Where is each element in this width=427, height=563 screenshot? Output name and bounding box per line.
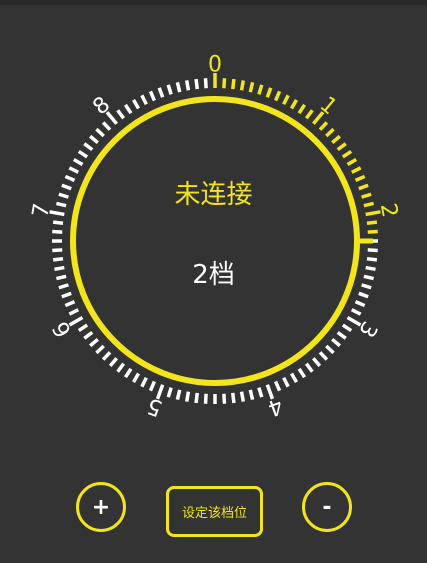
dial-tick bbox=[350, 308, 362, 316]
dial-tick bbox=[318, 121, 329, 131]
dial-tick bbox=[148, 380, 157, 392]
dial-tick bbox=[358, 291, 369, 299]
dial-tick bbox=[222, 393, 227, 404]
dial-tick bbox=[341, 323, 353, 333]
dial-tick bbox=[157, 87, 165, 98]
dial-tick bbox=[184, 80, 191, 91]
dial-tick bbox=[367, 248, 378, 253]
dial-tick bbox=[52, 248, 63, 253]
dial-tick bbox=[297, 103, 307, 115]
gear-dial-graphic: 012345678 bbox=[28, 53, 402, 421]
connection-status: 未连接 bbox=[174, 180, 253, 210]
dial-tick bbox=[175, 389, 182, 401]
dial-tick bbox=[341, 149, 353, 159]
dial-tick bbox=[89, 134, 99, 144]
dial-tick bbox=[248, 81, 255, 93]
dial-tick bbox=[95, 344, 105, 355]
gear-label-3: 3 bbox=[353, 317, 382, 342]
dial-tick bbox=[336, 142, 347, 152]
dial-tick bbox=[52, 229, 63, 234]
dial-tick bbox=[325, 344, 335, 355]
dial-tick bbox=[366, 220, 378, 225]
dial-tick bbox=[140, 94, 148, 106]
dial-tick bbox=[346, 157, 358, 167]
dial-tick bbox=[131, 98, 141, 110]
dial-tick bbox=[265, 87, 273, 98]
dial-tick bbox=[203, 393, 208, 404]
dial-tick bbox=[273, 90, 282, 102]
dial-tick bbox=[257, 84, 264, 95]
dial-tick bbox=[108, 357, 118, 367]
dial-tick bbox=[194, 78, 199, 90]
increase-gear-button[interactable]: + bbox=[76, 482, 126, 532]
dial-tick bbox=[116, 362, 126, 373]
dial-tick bbox=[101, 351, 112, 361]
dial-tick bbox=[131, 372, 141, 384]
dial-tick bbox=[304, 362, 314, 373]
set-gear-button[interactable]: 设定该档位 bbox=[166, 486, 263, 537]
dial-tick bbox=[83, 330, 94, 340]
dial-tick bbox=[116, 109, 126, 120]
dial-tick bbox=[64, 299, 76, 308]
dial-tick bbox=[52, 220, 64, 225]
dial-tick bbox=[325, 127, 335, 138]
current-gear-display: 2档 bbox=[192, 260, 235, 290]
dial-tick bbox=[239, 80, 246, 91]
dial-tick bbox=[83, 142, 94, 152]
dial-tick bbox=[239, 391, 246, 402]
dial-tick bbox=[257, 387, 264, 398]
gear-label-4: 4 bbox=[264, 392, 286, 420]
dial-tick bbox=[331, 134, 341, 144]
dial-tick bbox=[61, 291, 72, 299]
gear-label-0: 0 bbox=[208, 53, 222, 78]
gear-label-5: 5 bbox=[144, 392, 166, 420]
dial-tick bbox=[140, 376, 148, 388]
dial-tick bbox=[222, 78, 227, 89]
dial-tick bbox=[297, 367, 307, 379]
dial-tick bbox=[273, 380, 282, 392]
dial-tick bbox=[89, 338, 99, 348]
dial-tick bbox=[123, 367, 133, 379]
dial-tick bbox=[318, 351, 329, 361]
dial-tick bbox=[166, 387, 173, 398]
dial-tick bbox=[231, 392, 236, 404]
dial-tick bbox=[68, 166, 80, 174]
dial-tick bbox=[77, 323, 89, 333]
dial-tick bbox=[123, 103, 133, 115]
dial-tick bbox=[231, 78, 236, 90]
dial-tick bbox=[77, 149, 89, 159]
dial-tick bbox=[289, 98, 299, 110]
dial-tick bbox=[95, 127, 105, 138]
dial-ring bbox=[70, 96, 360, 386]
gear-dial[interactable]: 012345678 未连接 2档 bbox=[0, 0, 427, 440]
dial-tick bbox=[184, 391, 191, 402]
dial-tick bbox=[166, 84, 173, 95]
dial-tick bbox=[350, 166, 362, 174]
dial-tick bbox=[354, 299, 366, 308]
dial-tick bbox=[282, 94, 290, 106]
dial-tick bbox=[331, 338, 341, 348]
dial-tick bbox=[336, 330, 347, 340]
dial-tick bbox=[248, 389, 255, 401]
dial-tick bbox=[367, 229, 378, 234]
dial-tick bbox=[68, 308, 80, 316]
gear-label-6: 6 bbox=[48, 317, 77, 342]
dial-tick bbox=[203, 78, 208, 89]
dial-tick bbox=[72, 157, 84, 167]
dial-tick bbox=[194, 392, 199, 404]
dial-tick bbox=[175, 81, 182, 93]
dial-tick bbox=[101, 121, 112, 131]
dial-tick bbox=[312, 357, 322, 367]
dial-tick bbox=[304, 109, 314, 120]
dial-tick bbox=[282, 376, 290, 388]
dial-tick bbox=[148, 90, 157, 102]
decrease-gear-button[interactable]: - bbox=[302, 482, 352, 532]
dial-tick bbox=[289, 372, 299, 384]
